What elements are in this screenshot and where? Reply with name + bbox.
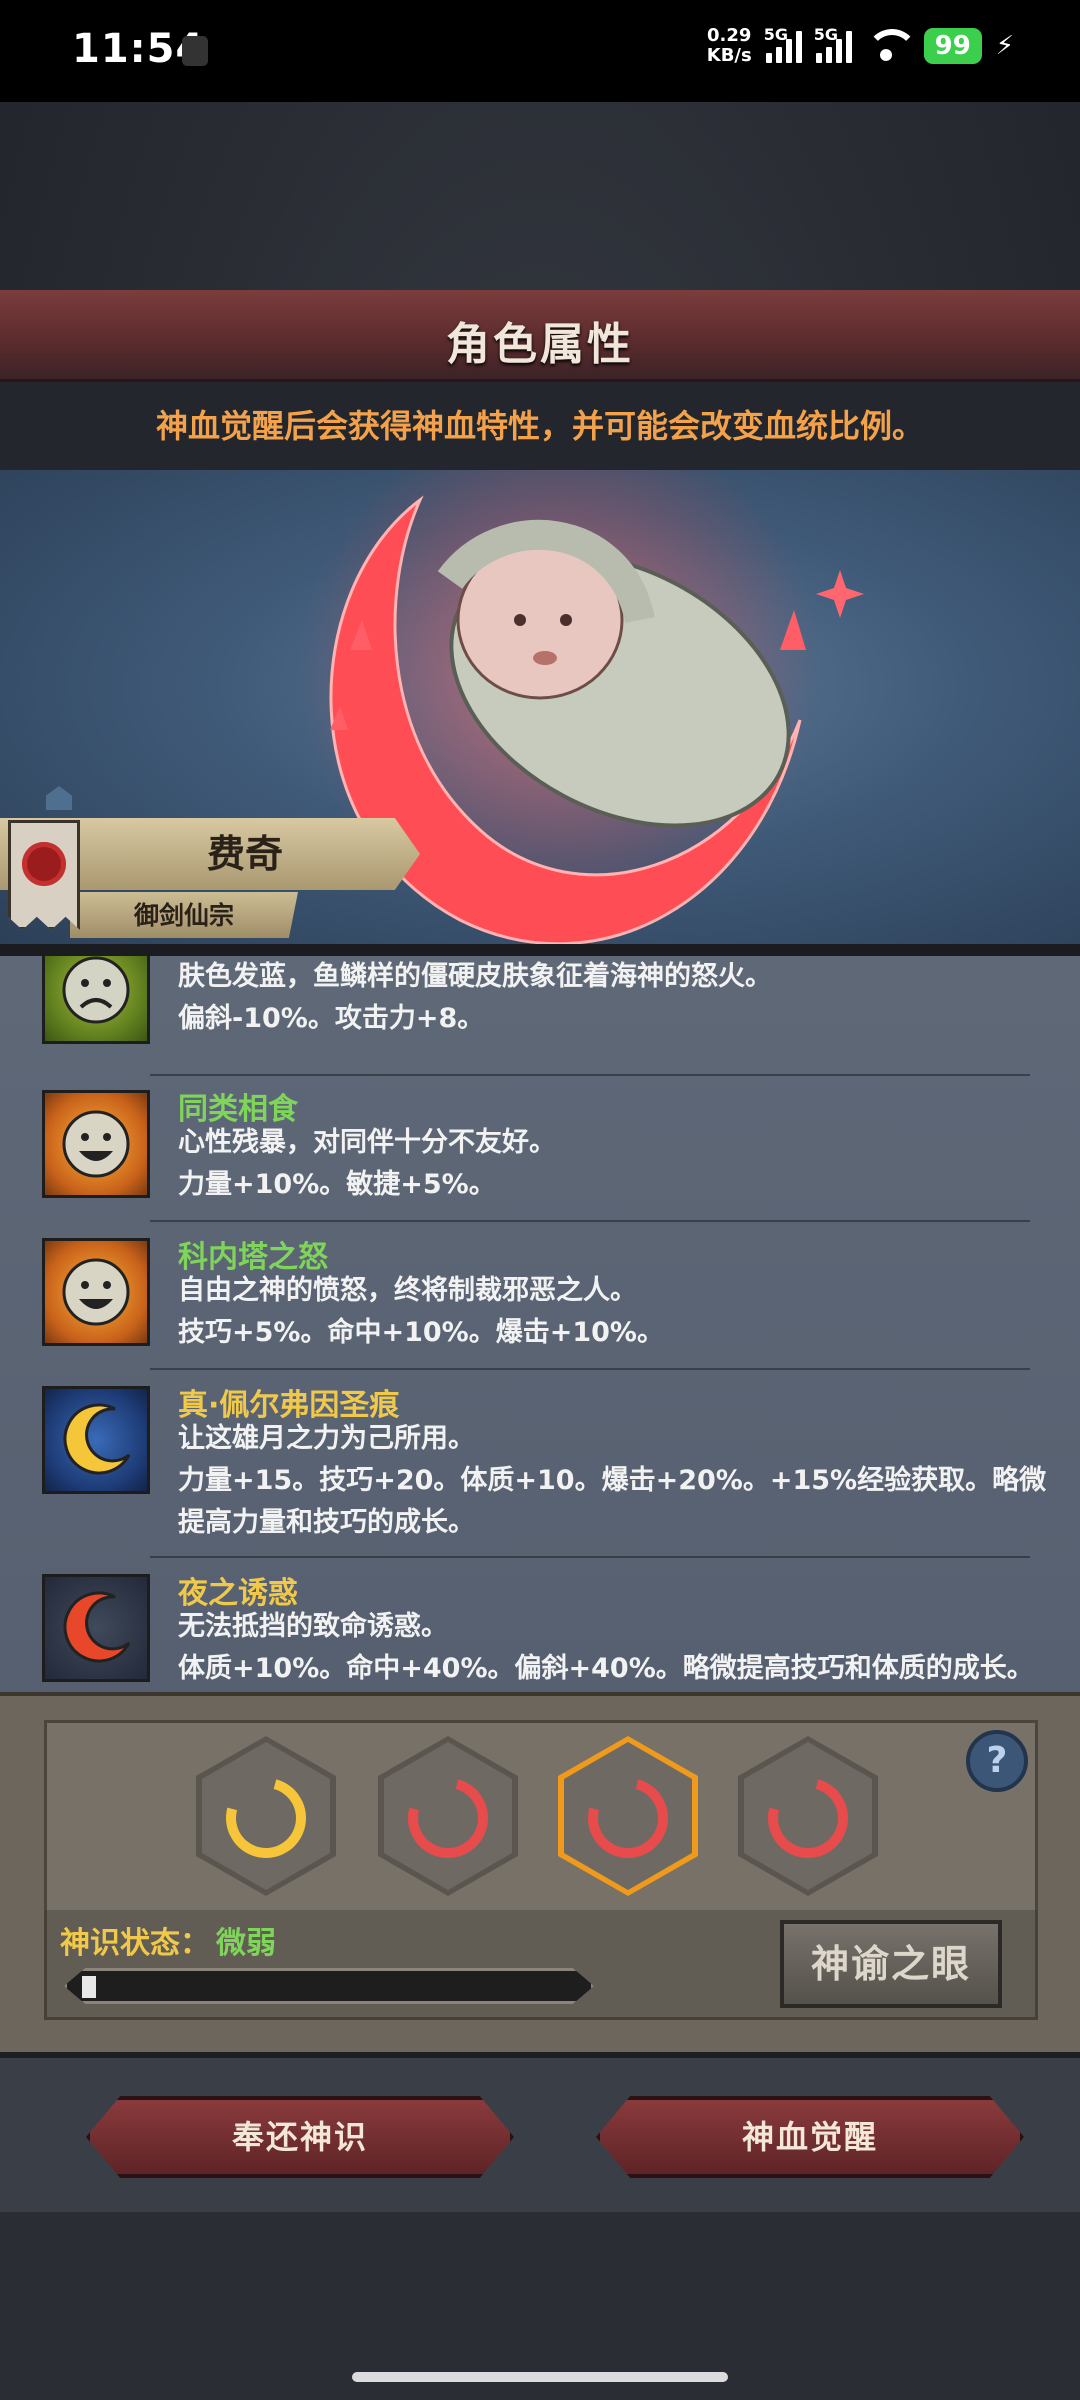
page-title: 角色属性 — [446, 319, 634, 370]
sim1-label: 5G — [763, 25, 788, 44]
yellow-moon-graphic — [63, 1403, 131, 1475]
trait-desc-line2: 偏斜-10%。攻击力+8。 — [178, 1003, 485, 1034]
sim2-label: 5G — [813, 25, 838, 44]
charging-icon: ⚡ — [995, 31, 1014, 61]
status-bar: 11:54 0.29 KB/s 5G 5G 99 ⚡ — [0, 0, 1080, 102]
trait-divider — [150, 1220, 1030, 1222]
oracle-eye-button[interactable]: 神谕之眼 — [780, 1920, 1002, 2008]
red-moon-graphic — [63, 1591, 131, 1663]
trait-desc-line2: 体质+10%。命中+40%。偏斜+40%。略微提高技巧和体质的成长。 — [178, 1653, 1034, 1684]
help-button[interactable]: ? — [966, 1730, 1028, 1792]
awakening-notice: 神血觉醒后会获得神血特性，并可能会改变血统比例。 — [0, 382, 1080, 470]
home-indicator[interactable] — [352, 2372, 728, 2382]
battery-icon: 99 — [923, 28, 982, 64]
frown-face-graphic — [62, 956, 130, 1024]
notification-icon — [182, 36, 208, 66]
smile-face-graphic — [62, 1258, 130, 1326]
trait-desc-line1: 肤色发蓝，鱼鳞样的僵硬皮肤象征着海神的怒火。 — [178, 961, 772, 992]
divine-sense-bar-fill — [82, 1976, 96, 1998]
return-divine-sense-button[interactable]: 奉还神识 — [86, 2096, 514, 2178]
trait-desc-line2: 力量+10%。敏捷+5%。 — [178, 1169, 496, 1200]
blood-awaken-button[interactable]: 神血觉醒 — [596, 2096, 1024, 2178]
frown-face-icon — [42, 956, 150, 1044]
yellow-moon-icon — [42, 1386, 150, 1494]
portrait-divider — [0, 944, 1080, 956]
signal-icon-sim2: 5G — [814, 25, 852, 63]
baby-eye-left — [514, 614, 526, 626]
sect-emblem-icon — [22, 842, 66, 886]
trait-divider — [150, 1074, 1030, 1076]
smile-face-icon — [42, 1238, 150, 1346]
network-rate-unit: KB/s — [706, 45, 752, 66]
character-name: 费奇 — [206, 832, 283, 876]
signal-icon-sim1: 5G — [764, 25, 802, 63]
network-rate: 0.29 KB/s — [707, 26, 752, 66]
trait-divider — [150, 1556, 1030, 1558]
trait-divider — [150, 1368, 1030, 1370]
trait-list[interactable]: 肤色发蓝，鱼鳞样的僵硬皮肤象征着海神的怒火。 偏斜-10%。攻击力+8。 同类相… — [0, 956, 1080, 1692]
title-banner: 角色属性 — [0, 290, 1080, 382]
status-right: 0.29 KB/s 5G 5G 99 ⚡ — [707, 25, 1014, 66]
divine-sense-label: 神识状态： — [60, 1926, 210, 1961]
star-sparkle — [816, 570, 864, 618]
trait-desc-line2: 力量+15。技巧+20。体质+10。爆击+20%。+15%经验获取。略微 — [178, 1465, 1047, 1496]
smile-face-icon — [42, 1090, 150, 1198]
wifi-icon — [865, 29, 918, 63]
trait-desc-line1: 自由之神的愤怒，终将制裁邪恶之人。 — [178, 1275, 637, 1306]
baby-mouth — [533, 651, 557, 665]
baby-eye-right — [560, 614, 572, 626]
trait-desc-line2: 技巧+5%。命中+10%。爆击+10%。 — [178, 1317, 664, 1348]
smile-face-graphic — [62, 1110, 130, 1178]
network-rate-value: 0.29 — [707, 25, 752, 46]
red-moon-icon — [42, 1574, 150, 1682]
trait-desc-line1: 心性残暴，对同伴十分不友好。 — [178, 1127, 556, 1158]
trait-desc-line3: 提高力量和技巧的成长。 — [178, 1507, 475, 1538]
character-sect: 御剑仙宗 — [133, 901, 234, 930]
divine-sense-bar — [64, 1968, 594, 2004]
trait-desc-line1: 无法抵挡的致命诱惑。 — [178, 1611, 448, 1642]
trait-desc-line1: 让这雄月之力为己所用。 — [178, 1423, 475, 1454]
divine-sense-value: 微弱 — [216, 1926, 276, 1961]
